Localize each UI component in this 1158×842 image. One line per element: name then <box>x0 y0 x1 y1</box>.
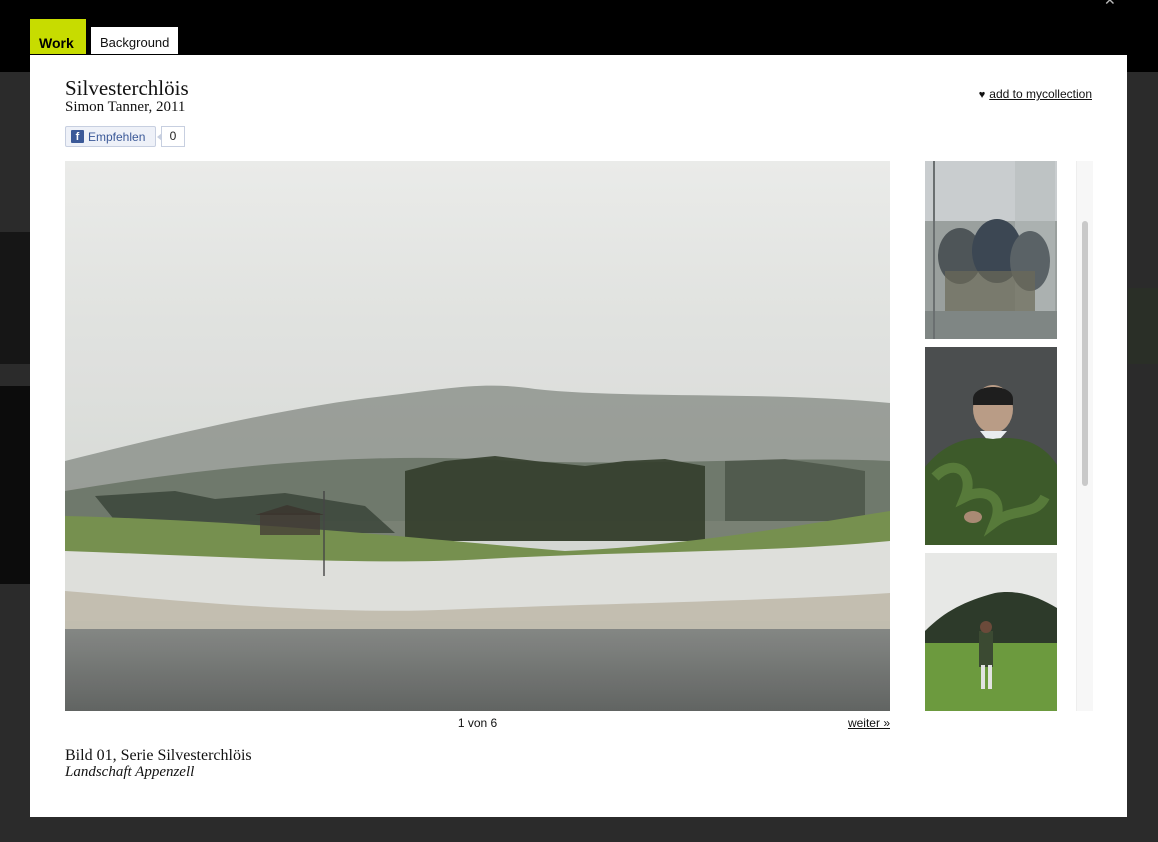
facebook-like-button[interactable]: f Empfehlen <box>65 126 156 147</box>
image-caption-subtitle: Landschaft Appenzell <box>65 764 195 780</box>
backdrop-thumb-left-2 <box>0 386 30 584</box>
thumbnail-2[interactable] <box>925 347 1057 545</box>
thumbnail-scrollbar[interactable] <box>1076 161 1093 711</box>
facebook-like-label: Empfehlen <box>88 130 146 144</box>
tab-work-label: Work <box>39 35 74 51</box>
close-icon[interactable]: ✕ <box>1104 0 1116 9</box>
tab-background[interactable]: Background <box>91 27 178 54</box>
modal-tab-bar: Work Background <box>30 18 1127 55</box>
main-photo[interactable] <box>65 161 890 711</box>
image-counter: 1 von 6 <box>457 716 498 730</box>
image-caption-title: Bild 01, Serie Silvesterchlöis <box>65 747 252 764</box>
add-to-collection-label: add to mycollection <box>989 87 1092 101</box>
next-image-link[interactable]: weiter » <box>848 716 890 730</box>
artwork-artist-year: Simon Tanner, 2011 <box>65 99 186 115</box>
thumbnail-3[interactable] <box>925 553 1057 711</box>
heart-icon: ♥ <box>978 89 986 101</box>
facebook-icon: f <box>71 130 84 143</box>
thumbnail-1[interactable] <box>925 161 1057 339</box>
facebook-like-count: 0 <box>157 126 185 147</box>
artwork-modal: Work Background Silvesterchlöis Simon Ta… <box>30 18 1127 817</box>
tab-background-label: Background <box>100 35 170 50</box>
backdrop-thumb-right <box>1128 288 1158 364</box>
backdrop-thumb-left <box>0 232 30 364</box>
add-to-collection-link[interactable]: ♥ add to mycollection <box>979 87 1092 101</box>
thumbnail-scrollbar-handle[interactable] <box>1082 221 1088 486</box>
artwork-title: Silvesterchlöis <box>65 76 189 100</box>
tab-work[interactable]: Work <box>30 19 86 54</box>
